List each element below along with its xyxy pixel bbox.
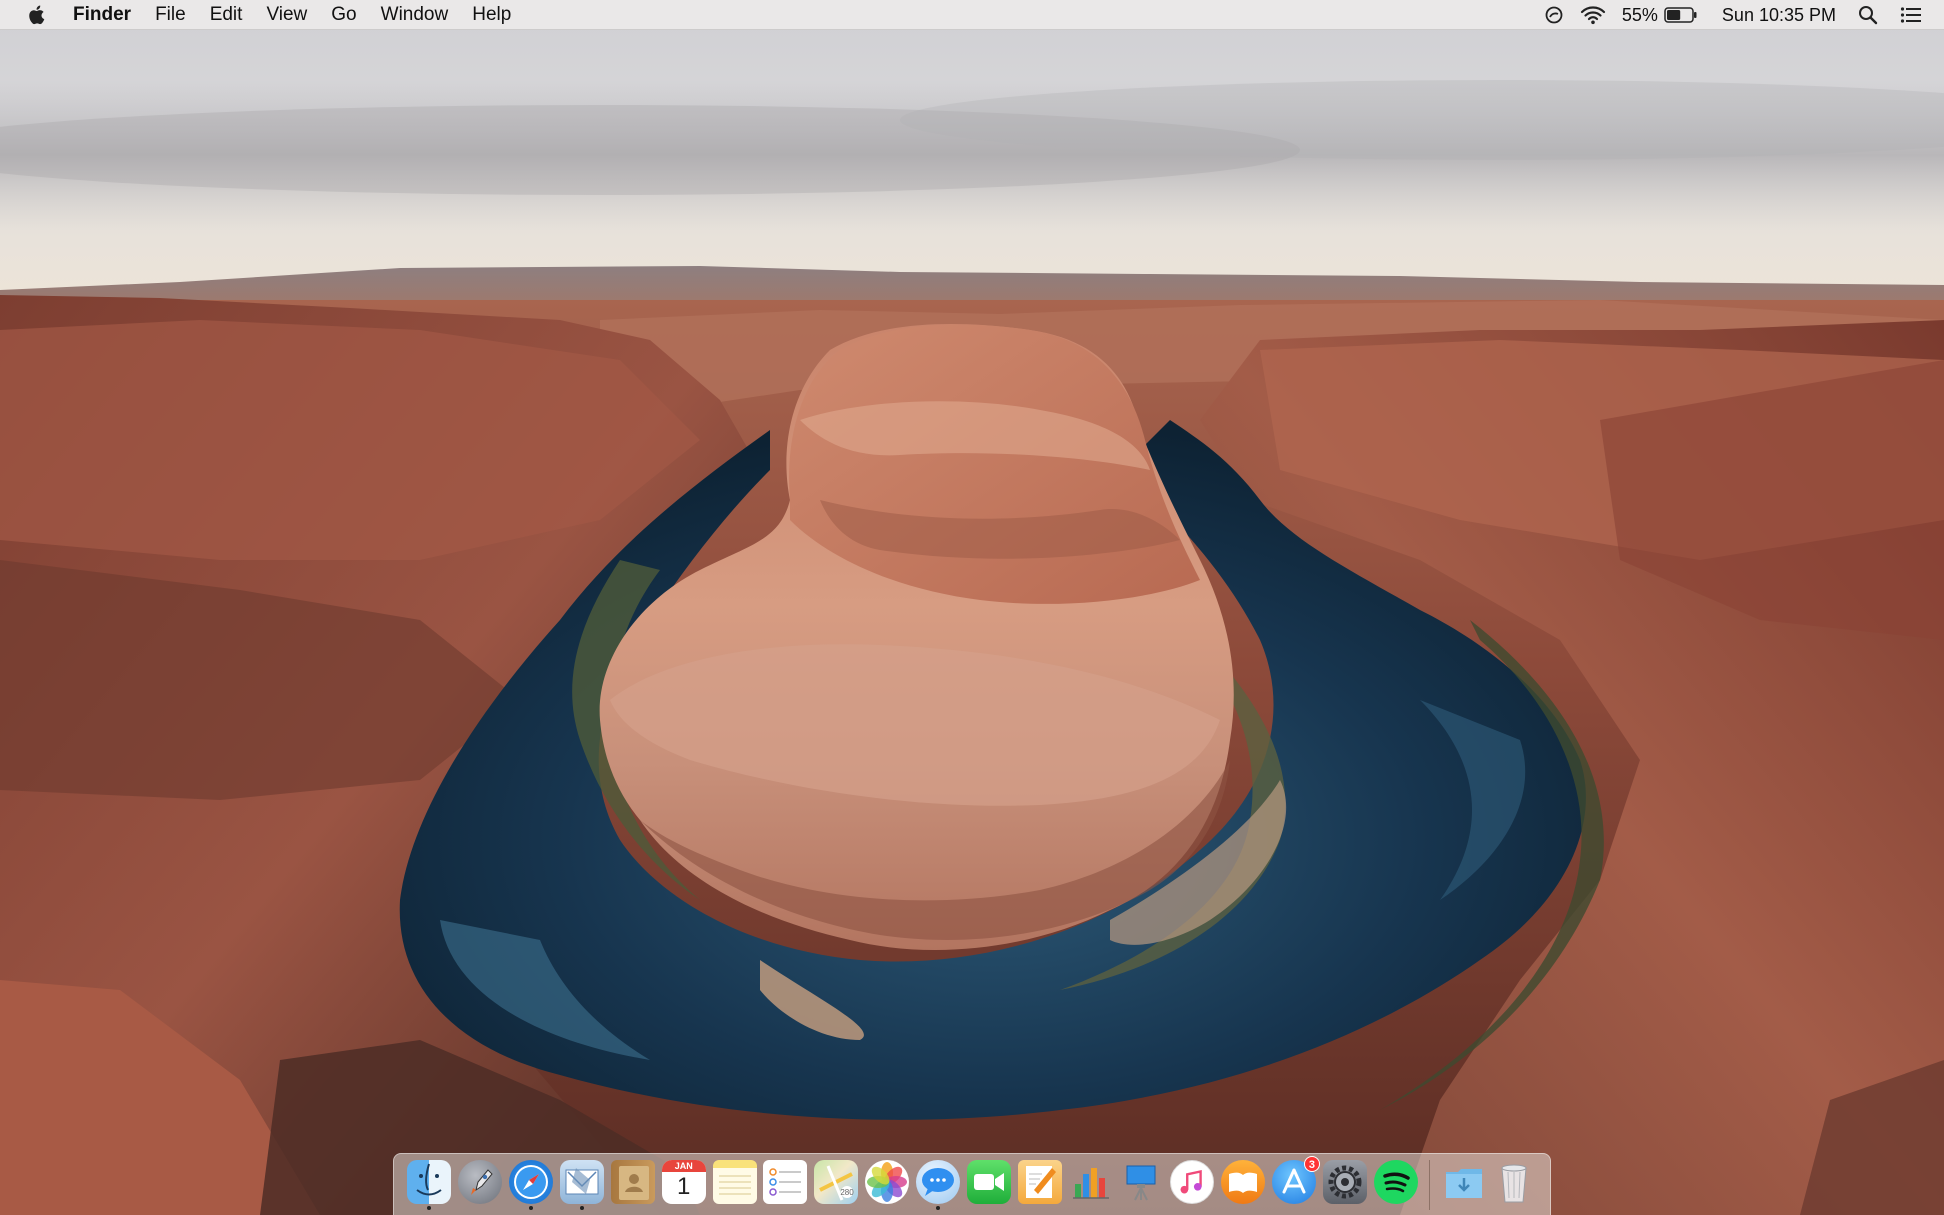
running-indicator: [580, 1206, 584, 1210]
numbers-icon: [1069, 1160, 1113, 1204]
dock-item-photos[interactable]: [864, 1160, 910, 1210]
dock-separator: [1429, 1160, 1431, 1210]
search-icon: [1859, 6, 1878, 25]
notification-center-button[interactable]: [1900, 0, 1922, 30]
calendar-month: JAN: [661, 1160, 706, 1172]
dock-item-downloads[interactable]: [1441, 1160, 1487, 1210]
dock-item-pages[interactable]: [1017, 1160, 1063, 1210]
spotlight-button[interactable]: [1858, 0, 1878, 30]
dock-item-facetime[interactable]: [966, 1160, 1012, 1210]
menu-app-name[interactable]: Finder: [73, 0, 143, 30]
mail-icon: [560, 1160, 604, 1204]
app-store-update-badge: 3: [1303, 1156, 1320, 1172]
dock-item-finder[interactable]: [407, 1160, 453, 1210]
battery-status[interactable]: 55%: [1622, 0, 1698, 30]
pages-icon: [1017, 1160, 1062, 1204]
battery-percent: 55%: [1621, 4, 1658, 25]
menu-go[interactable]: Go: [319, 0, 368, 30]
menu-window[interactable]: Window: [369, 0, 461, 30]
dock-item-app-store[interactable]: 3: [1271, 1156, 1320, 1210]
wifi-status[interactable]: [1580, 0, 1606, 30]
dock: JAN 1 280 3: [393, 1153, 1551, 1215]
dock-item-spotify[interactable]: [1373, 1160, 1419, 1210]
messages-icon: [916, 1160, 961, 1204]
launchpad-icon: [458, 1160, 503, 1204]
photos-icon: [865, 1160, 910, 1204]
finder-icon: [407, 1160, 452, 1204]
dock-item-messages[interactable]: [915, 1160, 961, 1210]
dock-item-calendar[interactable]: JAN 1: [661, 1160, 707, 1210]
running-indicator: [936, 1206, 941, 1210]
menu-edit[interactable]: Edit: [198, 0, 255, 30]
menu-file[interactable]: File: [143, 0, 198, 30]
ibooks-icon: [1221, 1160, 1266, 1204]
dock-item-maps[interactable]: 280: [813, 1160, 859, 1210]
menu-view[interactable]: View: [254, 0, 319, 30]
downloads-folder-icon: [1442, 1160, 1486, 1204]
running-indicator: [427, 1206, 432, 1210]
dock-item-reminders[interactable]: [763, 1160, 809, 1210]
clock-text: Sun 10:35 PM: [1721, 4, 1836, 25]
keynote-icon: [1119, 1160, 1163, 1204]
dock-item-numbers[interactable]: [1068, 1160, 1114, 1210]
apple-icon: [29, 5, 45, 24]
desktop-wallpaper: [0, 0, 1944, 1215]
running-indicator: [529, 1206, 534, 1210]
maps-icon: 280: [814, 1160, 859, 1204]
dock-item-contacts[interactable]: [610, 1160, 656, 1210]
horseshoe-bend-landscape: [0, 0, 1944, 1215]
do-not-disturb-icon: [1545, 6, 1563, 24]
menu-bar: Finder File Edit View Go Window Help 55%: [0, 0, 1944, 30]
menu-help[interactable]: Help: [460, 0, 523, 30]
reminders-icon: [763, 1160, 808, 1204]
battery-level-fill: [1666, 10, 1681, 20]
battery-icon: [1664, 7, 1697, 23]
apple-menu[interactable]: [25, 0, 51, 30]
system-preferences-icon: [1322, 1160, 1367, 1204]
dock-item-safari[interactable]: [508, 1160, 554, 1210]
notes-icon: [712, 1160, 757, 1204]
dock-item-ibooks[interactable]: [1220, 1160, 1266, 1210]
dock-item-itunes[interactable]: [1169, 1160, 1215, 1210]
dock-item-trash[interactable]: [1492, 1160, 1538, 1210]
dock-item-keynote[interactable]: [1119, 1160, 1165, 1210]
notification-list-icon: [1900, 7, 1921, 23]
contacts-icon: [610, 1160, 655, 1204]
svg-text:280: 280: [841, 1188, 855, 1197]
dock-item-launchpad[interactable]: [457, 1160, 503, 1210]
calendar-icon: JAN 1: [661, 1160, 706, 1204]
facetime-icon: [966, 1160, 1011, 1204]
itunes-icon: [1170, 1160, 1215, 1204]
safari-icon: [509, 1160, 554, 1204]
dock-item-system-preferences[interactable]: [1322, 1160, 1368, 1210]
status-area: 55% Sun 10:35 PM: [1544, 0, 1944, 30]
do-not-disturb-status[interactable]: [1544, 0, 1564, 30]
dock-item-notes[interactable]: [712, 1160, 758, 1210]
clock[interactable]: Sun 10:35 PM: [1722, 0, 1836, 30]
wifi-icon: [1580, 6, 1605, 25]
calendar-day: 1: [677, 1173, 691, 1200]
dock-item-mail[interactable]: [559, 1160, 605, 1210]
spotify-icon: [1373, 1160, 1418, 1204]
trash-icon: [1492, 1160, 1536, 1204]
